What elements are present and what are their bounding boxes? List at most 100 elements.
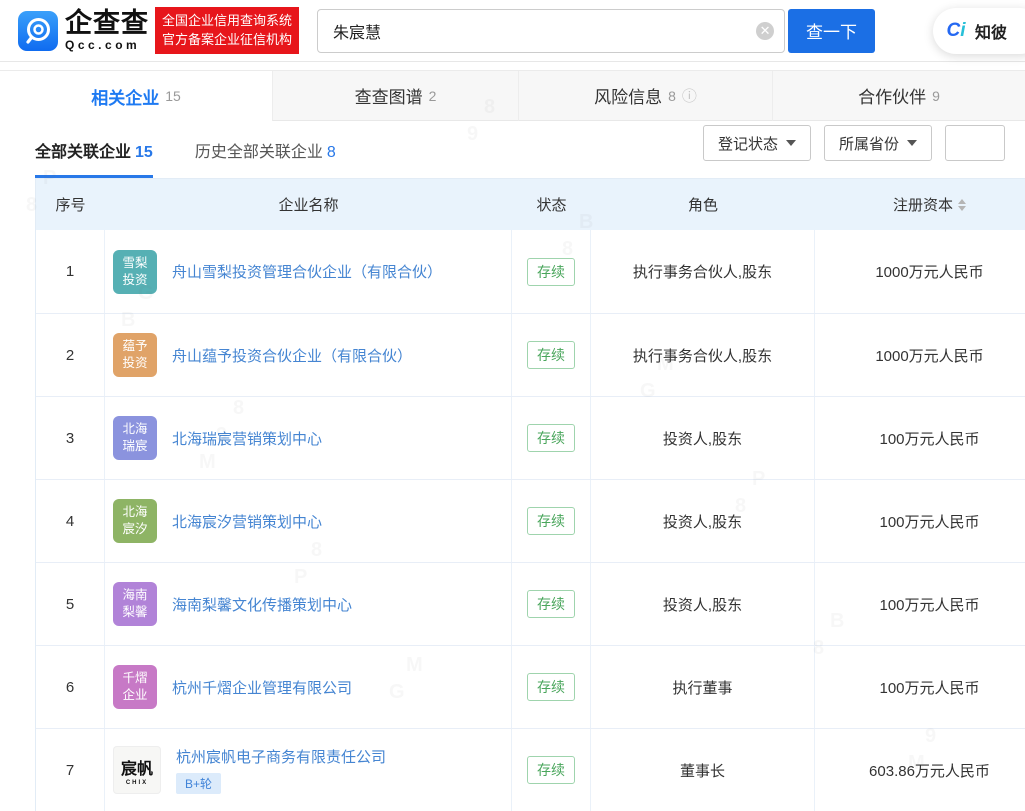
table-row: 2 蕴予 投资 舟山蕴予投资合伙企业（有限合伙） 存续 执行事务合伙人,股东 10… bbox=[36, 313, 1025, 396]
company-logo: 宸帆 CHIX bbox=[113, 746, 161, 794]
role-cell: 投资人,股东 bbox=[591, 480, 815, 562]
status-badge: 存续 bbox=[527, 257, 575, 286]
gov-badge-line1: 全国企业信用查询系统 bbox=[162, 12, 293, 28]
col-header-role: 角色 bbox=[687, 197, 718, 214]
ai-assistant-pill[interactable]: Ci 知彼 bbox=[933, 8, 1025, 54]
table-row: 4 北海 宸汐 北海宸汐营销策划中心 存续 投资人,股东 100万元人民币 bbox=[36, 479, 1025, 562]
clear-search-icon[interactable]: ✕ bbox=[756, 21, 775, 40]
company-name-link[interactable]: 杭州千熠企业管理有限公司 bbox=[172, 677, 352, 698]
main-tabs: 相关企业 15 查查图谱 2 风险信息 8 ⓘ 合作伙伴 9 bbox=[0, 70, 1025, 121]
filter-province[interactable]: 所属省份 bbox=[823, 125, 932, 161]
company-name-link[interactable]: 舟山雪梨投资管理合伙企业（有限合伙） bbox=[172, 261, 442, 282]
table-body: 1 雪梨 投资 舟山雪梨投资管理合伙企业（有限合伙） 存续 执行事务合伙人,股东 … bbox=[36, 230, 1025, 811]
role-cell: 执行董事 bbox=[591, 646, 815, 728]
row-number: 2 bbox=[36, 314, 105, 396]
status-badge: 存续 bbox=[527, 507, 575, 535]
company-badge: 北海 瑞宸 bbox=[113, 416, 157, 460]
table-header: 序号 企业名称 状态 角色 注册资本 bbox=[36, 179, 1025, 230]
row-number: 5 bbox=[36, 563, 105, 645]
company-cell: 海南 梨馨 海南梨馨文化传播策划中心 bbox=[105, 563, 512, 645]
col-header-no: 序号 bbox=[55, 197, 86, 214]
company-cell: 宸帆 CHIX 杭州宸帆电子商务有限责任公司 B+轮 bbox=[105, 729, 512, 811]
col-header-status: 状态 bbox=[536, 197, 567, 214]
tab-partners[interactable]: 合作伙伴 9 bbox=[772, 71, 1025, 121]
search-box: ✕ bbox=[317, 8, 786, 53]
status-badge: 存续 bbox=[527, 424, 575, 452]
company-name-link[interactable]: 北海宸汐营销策划中心 bbox=[172, 511, 322, 532]
chevron-down-icon bbox=[785, 140, 796, 146]
qcc-logo[interactable]: 企查查 Qcc.com bbox=[18, 10, 149, 51]
company-badge: 海南 梨馨 bbox=[113, 582, 157, 626]
filter-bar: 登记状态 所属省份 bbox=[690, 125, 1005, 161]
status-badge: 存续 bbox=[527, 673, 575, 701]
brand-domain: Qcc.com bbox=[65, 38, 141, 52]
company-badge: 千熠 企业 bbox=[113, 665, 157, 709]
brand-name: 企查查 bbox=[65, 8, 149, 38]
status-cell: 存续 bbox=[512, 729, 591, 811]
capital-cell: 100万元人民币 bbox=[879, 430, 980, 448]
role-cell: 投资人,股东 bbox=[591, 397, 815, 479]
ai-assistant-icon: Ci bbox=[946, 20, 966, 41]
row-number: 6 bbox=[36, 646, 105, 728]
role-cell: 投资人,股东 bbox=[591, 563, 815, 645]
role-cell: 执行事务合伙人,股东 bbox=[591, 314, 815, 396]
company-name-link[interactable]: 北海瑞宸营销策划中心 bbox=[172, 428, 322, 449]
capital-cell: 100万元人民币 bbox=[879, 679, 980, 697]
funding-tag: B+轮 bbox=[176, 773, 222, 794]
filter-dropdown-partial[interactable] bbox=[945, 125, 1005, 161]
table-row: 3 北海 瑞宸 北海瑞宸营销策划中心 存续 投资人,股东 100万元人民币 bbox=[36, 396, 1025, 479]
capital-cell: 603.86万元人民币 bbox=[869, 762, 990, 780]
row-number: 3 bbox=[36, 397, 105, 479]
tab-count: 2 bbox=[428, 87, 437, 104]
chevron-down-icon bbox=[907, 140, 917, 146]
table-row: 6 千熠 企业 杭州千熠企业管理有限公司 存续 执行董事 100万元人民币 bbox=[36, 645, 1025, 728]
sort-icon[interactable] bbox=[958, 198, 966, 211]
tab-count: 8 bbox=[668, 87, 676, 104]
company-name-link[interactable]: 海南梨馨文化传播策划中心 bbox=[172, 594, 352, 615]
capital-cell: 1000万元人民币 bbox=[875, 347, 984, 365]
company-cell: 北海 瑞宸 北海瑞宸营销策划中心 bbox=[105, 397, 512, 479]
tab-risk-info[interactable]: 风险信息 8 ⓘ bbox=[518, 71, 772, 121]
company-cell: 千熠 企业 杭州千熠企业管理有限公司 bbox=[105, 646, 512, 728]
role-cell: 董事长 bbox=[591, 729, 815, 811]
company-name-link[interactable]: 杭州宸帆电子商务有限责任公司 bbox=[176, 746, 386, 767]
row-number: 4 bbox=[36, 480, 105, 562]
tab-chacha-graph[interactable]: 查查图谱 2 bbox=[272, 71, 518, 121]
tab-count: 9 bbox=[932, 87, 940, 104]
filter-registration-status[interactable]: 登记状态 bbox=[702, 125, 811, 161]
company-name-link[interactable]: 舟山蕴予投资合伙企业（有限合伙） bbox=[172, 345, 412, 366]
table-row: 1 雪梨 投资 舟山雪梨投资管理合伙企业（有限合伙） 存续 执行事务合伙人,股东 … bbox=[36, 230, 1025, 313]
top-bar: 企查查 Qcc.com 全国企业信用查询系统 官方备案企业征信机构 ✕ 查一下 … bbox=[0, 0, 1025, 62]
capital-cell: 100万元人民币 bbox=[879, 513, 980, 531]
col-header-company: 企业名称 bbox=[278, 197, 339, 214]
status-cell: 存续 bbox=[512, 563, 591, 645]
company-cell: 北海 宸汐 北海宸汐营销策划中心 bbox=[105, 480, 512, 562]
company-badge: 雪梨 投资 bbox=[113, 249, 157, 294]
info-icon[interactable]: ⓘ bbox=[682, 85, 697, 106]
search-input[interactable] bbox=[318, 21, 757, 40]
company-badge: 蕴予 投资 bbox=[113, 333, 157, 377]
tab-related-companies[interactable]: 相关企业 15 bbox=[0, 71, 272, 121]
row-number: 7 bbox=[36, 729, 105, 811]
table-row: 5 海南 梨馨 海南梨馨文化传播策划中心 存续 投资人,股东 100万元人民币 bbox=[36, 562, 1025, 645]
status-badge: 存续 bbox=[527, 341, 575, 369]
search-button[interactable]: 查一下 bbox=[788, 8, 876, 53]
status-badge: 存续 bbox=[527, 590, 575, 618]
status-badge: 存续 bbox=[527, 756, 575, 784]
col-header-capital[interactable]: 注册资本 bbox=[815, 194, 1025, 215]
tab-count: 15 bbox=[165, 88, 181, 104]
status-cell: 存续 bbox=[512, 480, 591, 562]
ai-assistant-label: 知彼 bbox=[975, 25, 1008, 42]
company-cell: 蕴予 投资 舟山蕴予投资合伙企业（有限合伙） bbox=[105, 314, 512, 396]
table-row: 7 宸帆 CHIX 杭州宸帆电子商务有限责任公司 B+轮 存续 董事长 603.8… bbox=[36, 728, 1025, 811]
company-cell: 雪梨 投资 舟山雪梨投资管理合伙企业（有限合伙） bbox=[105, 230, 512, 313]
status-cell: 存续 bbox=[512, 314, 591, 396]
company-badge: 北海 宸汐 bbox=[113, 499, 157, 543]
gov-badge-line2: 官方备案企业征信机构 bbox=[162, 31, 293, 47]
related-companies-table: 序号 企业名称 状态 角色 注册资本 1 雪梨 投资 舟山雪梨投资管理合伙企业（有… bbox=[35, 178, 1025, 811]
subtab-history-related[interactable]: 历史全部关联企业 8 bbox=[195, 138, 336, 178]
capital-cell: 100万元人民币 bbox=[879, 596, 980, 614]
sub-tab-bar: 全部关联企业 15 历史全部关联企业 8 登记状态 所属省份 bbox=[0, 121, 1025, 178]
subtab-all-related[interactable]: 全部关联企业 15 bbox=[35, 138, 153, 178]
status-cell: 存续 bbox=[512, 397, 591, 479]
